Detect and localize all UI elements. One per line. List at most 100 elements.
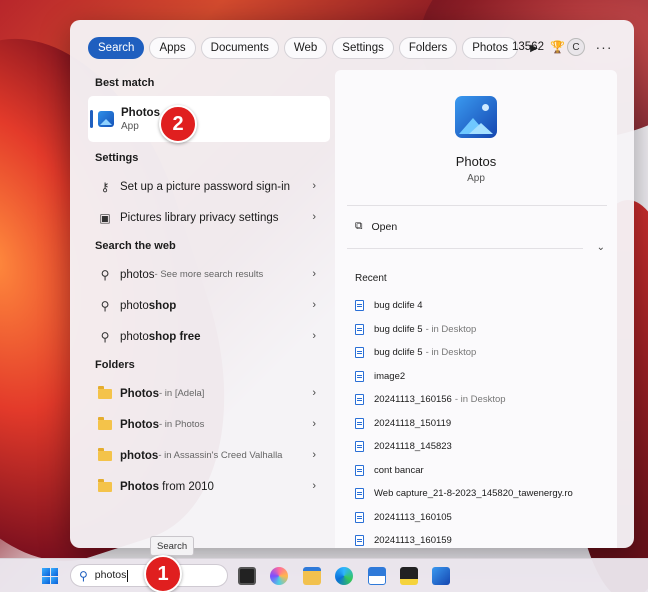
setting-label: Pictures library privacy settings: [120, 211, 279, 224]
taskbar: ⚲ photos: [0, 558, 648, 592]
folder-extra: from 2010: [158, 480, 214, 493]
web-query: photo: [120, 330, 149, 343]
chevron-right-icon: ›: [312, 418, 316, 430]
settings-heading: Settings: [95, 152, 139, 164]
file-explorer-icon[interactable]: [303, 567, 321, 585]
filter-photos[interactable]: Photos: [462, 37, 519, 59]
divider: [347, 205, 607, 206]
store-icon[interactable]: [368, 567, 386, 585]
avatar[interactable]: C: [567, 38, 585, 56]
chevron-right-icon: ›: [312, 299, 316, 311]
file-icon: [355, 441, 364, 453]
web-result-photoshop[interactable]: ⚲ photo shop ›: [88, 290, 330, 321]
chevron-right-icon: ›: [312, 449, 316, 461]
folder-icon: [98, 385, 112, 399]
open-action[interactable]: ⧉ Open: [355, 220, 397, 233]
folder-location: - in Assassin's Creed Valhalla: [158, 450, 283, 461]
recent-file[interactable]: 20241113_160156- in Desktop: [355, 388, 611, 412]
folder-result[interactable]: Photos from 2010 ›: [88, 471, 330, 502]
preview-app-type: App: [467, 173, 485, 184]
file-icon: [355, 417, 364, 429]
open-external-icon: ⧉: [355, 220, 363, 232]
web-query-bold: shop: [148, 299, 177, 312]
folder-result[interactable]: Photos - in Photos ›: [88, 409, 330, 440]
filter-web[interactable]: Web: [283, 37, 328, 59]
search-icon: ⚲: [100, 267, 110, 282]
web-query: photo: [120, 299, 149, 312]
setting-picture-password[interactable]: ⚷ Set up a picture password sign-in ›: [88, 171, 330, 202]
file-icon: [355, 323, 364, 335]
sticky-notes-icon[interactable]: [400, 567, 418, 585]
chevron-right-icon: ›: [312, 387, 316, 399]
filter-folders[interactable]: Folders: [398, 37, 458, 59]
best-match-type: App: [121, 120, 139, 132]
file-icon: [355, 511, 364, 523]
recent-file[interactable]: bug dclife 4: [355, 294, 611, 318]
chevron-right-icon: ›: [312, 480, 316, 492]
recent-file[interactable]: 20241118_150119: [355, 412, 611, 436]
search-tooltip: Search: [150, 536, 195, 556]
file-icon: [355, 535, 364, 547]
more-options-icon[interactable]: ···: [594, 37, 614, 57]
web-heading: Search the web: [95, 240, 176, 252]
web-query: photos: [120, 268, 155, 281]
rewards-points[interactable]: 13562 🏆: [512, 40, 565, 54]
file-icon: [355, 464, 364, 476]
search-icon: ⚲: [79, 568, 88, 583]
file-icon: [355, 394, 364, 406]
divider: [347, 248, 583, 249]
chevron-right-icon: ›: [312, 211, 316, 223]
photos-app-icon-large: [455, 96, 497, 138]
trophy-icon: 🏆: [549, 40, 565, 54]
recent-file[interactable]: 20241113_160159: [355, 529, 611, 553]
filter-settings[interactable]: Settings: [332, 37, 394, 59]
points-value: 13562: [512, 41, 544, 53]
recent-file[interactable]: 20241113_160105: [355, 506, 611, 530]
photos-taskbar-icon[interactable]: [432, 567, 450, 585]
filter-bar: Search Apps Documents Web Settings Folde…: [88, 36, 545, 60]
recent-file[interactable]: 20241118_145823: [355, 435, 611, 459]
recent-file[interactable]: Web capture_21-8-2023_145820_tawenergy.r…: [355, 482, 611, 506]
recent-file[interactable]: bug dclife 5- in Desktop: [355, 318, 611, 342]
folder-result[interactable]: Photos - in [Adela] ›: [88, 378, 330, 409]
file-icon: [355, 370, 364, 382]
chevron-down-icon[interactable]: ⌄: [597, 242, 605, 253]
recent-file[interactable]: cont bancar: [355, 459, 611, 483]
setting-pictures-privacy[interactable]: ▣ Pictures library privacy settings ›: [88, 202, 330, 233]
filter-apps[interactable]: Apps: [149, 37, 196, 59]
preview-pane: Photos App ⧉ Open ⌄ Recent bug dclife 4 …: [335, 70, 617, 548]
best-match-heading: Best match: [95, 77, 155, 89]
folders-heading: Folders: [95, 359, 135, 371]
chevron-right-icon: ›: [312, 268, 316, 280]
chevron-right-icon: ›: [312, 180, 316, 192]
recent-files: bug dclife 4 bug dclife 5- in Desktop bu…: [355, 294, 611, 553]
chevron-right-icon: ›: [312, 330, 316, 342]
folder-icon: [98, 447, 112, 461]
best-match-photos[interactable]: Photos App: [88, 96, 330, 142]
filter-documents[interactable]: Documents: [200, 37, 279, 59]
folder-icon: [98, 478, 112, 492]
recent-heading: Recent: [355, 273, 387, 284]
folder-location: - in Photos: [158, 419, 205, 430]
copilot-icon[interactable]: [270, 567, 288, 585]
folder-result[interactable]: photos - in Assassin's Creed Valhalla ›: [88, 440, 330, 471]
folder-location: - in [Adela]: [158, 388, 205, 399]
search-value: photos: [94, 569, 127, 582]
recent-file[interactable]: bug dclife 5- in Desktop: [355, 341, 611, 365]
web-result-photoshop-free[interactable]: ⚲ photo shop free ›: [88, 321, 330, 352]
folder-icon: [98, 416, 112, 430]
filter-search[interactable]: Search: [88, 37, 145, 59]
file-icon: [355, 300, 364, 312]
search-panel: Search Apps Documents Web Settings Folde…: [70, 20, 634, 548]
web-suffix: - See more search results: [154, 269, 264, 280]
folder-name: Photos: [120, 387, 159, 400]
selection-indicator: [90, 110, 93, 128]
edge-browser-icon[interactable]: [335, 567, 353, 585]
best-match-name: Photos: [121, 106, 160, 119]
recent-file[interactable]: image2: [355, 365, 611, 389]
windows-start-icon[interactable]: [42, 568, 58, 584]
file-icon: [355, 347, 364, 359]
photos-app-icon: [98, 111, 114, 127]
task-view-icon[interactable]: [238, 567, 256, 585]
web-result-photos[interactable]: ⚲ photos - See more search results ›: [88, 259, 330, 290]
